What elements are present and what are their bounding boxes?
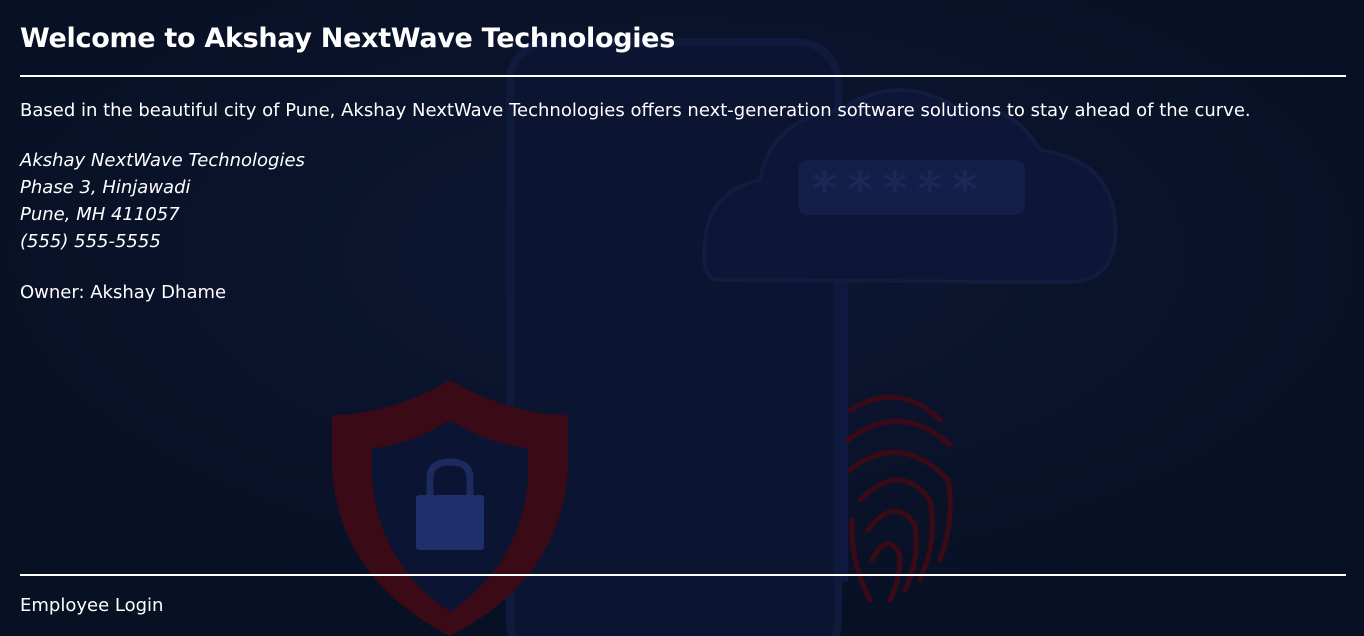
password-mask: ***** [812, 162, 988, 218]
address-company: Akshay NextWave Technologies [20, 150, 305, 171]
employee-login-link[interactable]: Employee Login [20, 595, 163, 617]
owner-text: Owner: Akshay Dhame [20, 282, 227, 303]
company-address: Akshay NextWave Technologies Phase 3, Hi… [20, 147, 305, 255]
background-illustration: ***** [0, 0, 1364, 636]
intro-paragraph: Based in the beautiful city of Pune, Aks… [20, 100, 1251, 121]
footer-divider [20, 574, 1346, 576]
address-phone: (555) 555-5555 [20, 231, 161, 252]
header-divider [20, 75, 1346, 77]
page-title: Welcome to Akshay NextWave Technologies [20, 23, 675, 54]
address-street: Phase 3, Hinjawadi [20, 177, 191, 198]
address-city: Pune, MH 411057 [20, 204, 180, 225]
